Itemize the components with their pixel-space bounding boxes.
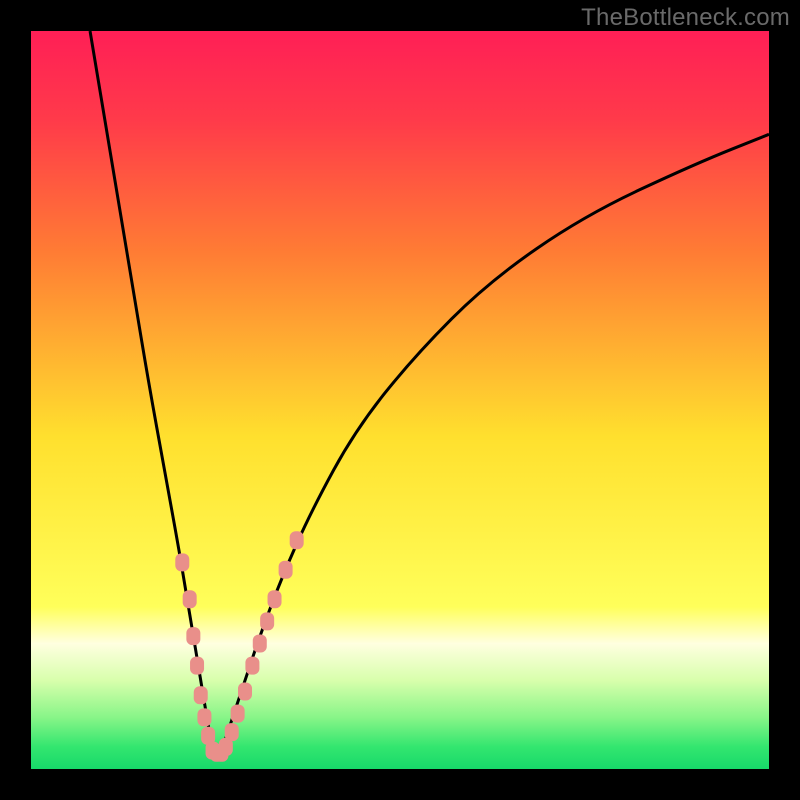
watermark-text: TheBottleneck.com xyxy=(581,4,790,32)
plot-background xyxy=(31,31,769,769)
highlight-point xyxy=(231,705,245,723)
highlight-point xyxy=(194,686,208,704)
highlight-point xyxy=(186,627,200,645)
highlight-point xyxy=(238,683,252,701)
highlight-point xyxy=(268,590,282,608)
highlight-point xyxy=(183,590,197,608)
highlight-point xyxy=(225,723,239,741)
highlight-point xyxy=(279,561,293,579)
bottleneck-chart xyxy=(0,0,800,800)
highlight-point xyxy=(290,531,304,549)
chart-frame: TheBottleneck.com xyxy=(0,0,800,800)
highlight-point xyxy=(260,612,274,630)
highlight-point xyxy=(245,657,259,675)
highlight-point xyxy=(197,708,211,726)
highlight-point xyxy=(175,553,189,571)
highlight-point xyxy=(253,635,267,653)
highlight-point xyxy=(190,657,204,675)
